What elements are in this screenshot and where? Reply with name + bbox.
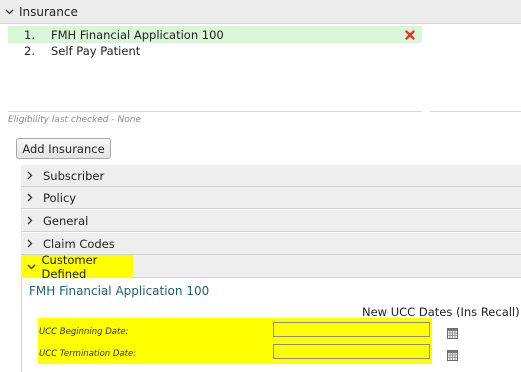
ucc-beginning-date-label: UCC Beginning Date: xyxy=(39,327,129,337)
eligibility-status: Eligibility last checked - None xyxy=(8,115,141,125)
section-policy[interactable]: Policy xyxy=(21,187,521,209)
remove-x-icon[interactable] xyxy=(402,29,418,40)
insurance-item-number: 1. xyxy=(24,27,35,42)
insurance-header[interactable]: Insurance xyxy=(0,0,521,24)
section-label: Customer Defined xyxy=(41,252,98,281)
chevron-right-icon xyxy=(27,239,39,248)
insurance-item-number: 2. xyxy=(24,43,35,58)
ucc-group-heading: New UCC Dates (Ins Recall) xyxy=(362,305,520,319)
ucc-termination-date-input[interactable] xyxy=(273,344,430,359)
chevron-down-icon xyxy=(5,7,15,17)
section-label: General xyxy=(43,213,89,228)
ucc-termination-date-label: UCC Termination Date: xyxy=(39,349,137,359)
insurance-header-title: Insurance xyxy=(19,4,78,19)
insurance-list-item[interactable]: 2. Self Pay Patient xyxy=(8,42,422,59)
chevron-right-icon xyxy=(27,171,39,180)
calendar-icon[interactable] xyxy=(447,324,458,339)
add-insurance-button[interactable]: Add Insurance xyxy=(16,138,111,159)
section-general[interactable]: General xyxy=(21,210,521,232)
ucc-beginning-date-input[interactable] xyxy=(273,322,430,337)
calendar-icon[interactable] xyxy=(447,346,458,361)
chevron-down-icon xyxy=(27,264,38,270)
section-label: Subscriber xyxy=(43,168,105,183)
section-subscriber[interactable]: Subscriber xyxy=(21,165,521,187)
chevron-right-icon xyxy=(27,216,39,225)
section-label: Claim Codes xyxy=(43,236,115,251)
insurance-item-name: FMH Financial Application 100 xyxy=(51,27,224,42)
insurance-list-item[interactable]: 1. FMH Financial Application 100 xyxy=(8,26,422,43)
divider xyxy=(430,111,521,112)
section-header-bar xyxy=(133,255,521,278)
divider xyxy=(8,111,422,112)
section-customer-defined[interactable]: Customer Defined xyxy=(21,252,133,281)
section-label: Policy xyxy=(43,190,77,205)
chevron-right-icon xyxy=(27,193,39,202)
plan-title: FMH Financial Application 100 xyxy=(29,284,210,298)
insurance-item-name: Self Pay Patient xyxy=(51,43,141,58)
